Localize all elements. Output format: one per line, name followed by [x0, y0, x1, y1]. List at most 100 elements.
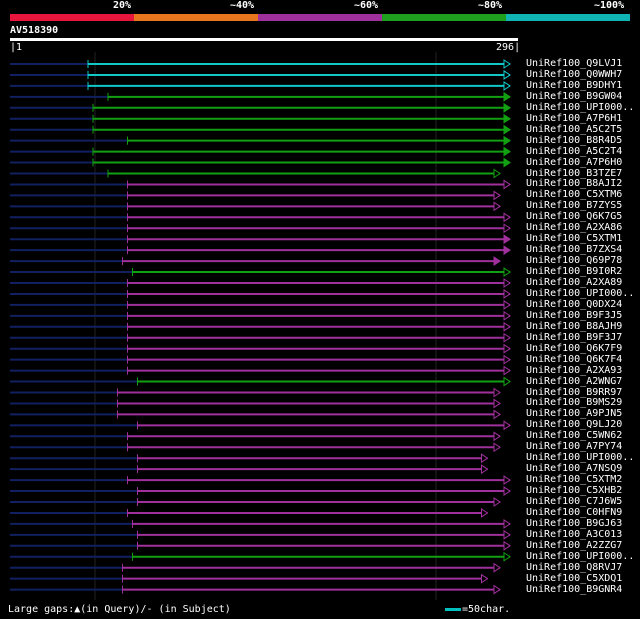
- hit-label[interactable]: UniRef100_B9RR97: [526, 387, 640, 398]
- hit-label[interactable]: UniRef100_UPI000..: [526, 551, 640, 562]
- hit-label[interactable]: UniRef100_C5WN62: [526, 430, 640, 441]
- hit-label[interactable]: UniRef100_A9PJN5: [526, 408, 640, 419]
- hit-end-arrow-icon: [503, 299, 511, 310]
- hit-label[interactable]: UniRef100_B8R4D5: [526, 135, 640, 146]
- hit-end-arrow-icon: [503, 310, 511, 321]
- hit-end-arrow-icon: [503, 475, 511, 486]
- hit-end-arrow-icon: [503, 376, 511, 387]
- hit-label[interactable]: UniRef100_Q69P78: [526, 255, 640, 266]
- hit-label[interactable]: UniRef100_A2XA93: [526, 365, 640, 376]
- hit-label[interactable]: UniRef100_B9F3J7: [526, 332, 640, 343]
- hit-label[interactable]: UniRef100_UPI000..: [526, 288, 640, 299]
- hit-end-arrow-icon: [481, 508, 489, 518]
- hit-end-arrow-icon: [503, 332, 511, 343]
- hit-end-arrow-icon: [503, 113, 511, 124]
- hit-label[interactable]: UniRef100_B9DHY1: [526, 80, 640, 91]
- hit-end-arrow-icon: [493, 398, 501, 409]
- hit-end-arrow-icon: [493, 201, 501, 212]
- hit-label[interactable]: UniRef100_C0HFN9: [526, 507, 640, 518]
- hit-end-arrow-icon: [503, 124, 511, 135]
- hit-end-arrow-icon: [481, 464, 489, 475]
- hit-label[interactable]: UniRef100_Q8RVJ7: [526, 562, 640, 573]
- hit-label[interactable]: UniRef100_Q6K7G5: [526, 211, 640, 222]
- hit-label[interactable]: UniRef100_A7PY74: [526, 441, 640, 452]
- hit-label[interactable]: UniRef100_C5XTM2: [526, 474, 640, 485]
- hit-label[interactable]: UniRef100_B8AJI2: [526, 178, 640, 189]
- hit-label[interactable]: UniRef100_B9GJ63: [526, 518, 640, 529]
- hit-end-arrow-icon: [493, 190, 501, 201]
- hit-end-arrow-icon: [493, 409, 501, 420]
- hit-label[interactable]: UniRef100_UPI000..: [526, 452, 640, 463]
- hit-end-arrow-icon: [503, 343, 511, 354]
- hit-label[interactable]: UniRef100_C5XDQ1: [526, 573, 640, 584]
- hit-end-arrow-icon: [503, 289, 511, 299]
- hit-end-arrow-icon: [503, 179, 511, 190]
- hit-label[interactable]: UniRef100_B9GW04: [526, 91, 640, 102]
- hit-label[interactable]: UniRef100_B7ZYS5: [526, 200, 640, 211]
- hit-label[interactable]: UniRef100_A3C013: [526, 529, 640, 540]
- hit-label[interactable]: UniRef100_UPI000..: [526, 102, 640, 113]
- hit-label[interactable]: UniRef100_C5XTM6: [526, 189, 640, 200]
- hit-label[interactable]: UniRef100_A7P6H0: [526, 157, 640, 168]
- query-gap-label: (in Query): [80, 604, 141, 615]
- hit-end-arrow-icon: [493, 562, 501, 573]
- hit-label[interactable]: UniRef100_B3TZE7: [526, 168, 640, 179]
- hit-end-arrow-icon: [503, 135, 511, 146]
- hit-end-arrow-icon: [503, 245, 511, 256]
- hit-end-arrow-icon: [503, 278, 511, 288]
- footer-legend: Large gaps:▲(in Query)/- (in Subject): [8, 604, 231, 615]
- hit-end-arrow-icon: [503, 529, 511, 540]
- hit-label[interactable]: UniRef100_A5C2T4: [526, 146, 640, 157]
- hit-end-arrow-icon: [503, 365, 511, 376]
- scale-label: =50char.: [462, 604, 511, 615]
- hit-end-arrow-icon: [503, 540, 511, 551]
- hit-end-arrow-icon: [481, 453, 489, 464]
- hit-end-arrow-icon: [503, 146, 511, 157]
- hit-end-arrow-icon: [503, 551, 511, 562]
- hit-label[interactable]: UniRef100_A7P6H1: [526, 113, 640, 124]
- hit-end-arrow-icon: [503, 321, 511, 332]
- hit-label[interactable]: UniRef100_C5XHB2: [526, 485, 640, 496]
- hit-label[interactable]: UniRef100_B9I0R2: [526, 266, 640, 277]
- hit-label[interactable]: UniRef100_Q6K7F4: [526, 354, 640, 365]
- hit-label[interactable]: UniRef100_Q0WWH7: [526, 69, 640, 80]
- hit-label[interactable]: UniRef100_A2XA89: [526, 277, 640, 288]
- hit-end-arrow-icon: [481, 573, 489, 584]
- hit-label[interactable]: UniRef100_Q9LJ20: [526, 419, 640, 430]
- hit-label[interactable]: UniRef100_A2WNG7: [526, 376, 640, 387]
- hit-label[interactable]: UniRef100_B9F3J5: [526, 310, 640, 321]
- hit-end-arrow-icon: [503, 70, 511, 80]
- hit-end-arrow-icon: [503, 354, 511, 365]
- hit-end-arrow-icon: [503, 80, 511, 91]
- hit-end-arrow-icon: [503, 234, 511, 245]
- hit-label[interactable]: UniRef100_B8AJH9: [526, 321, 640, 332]
- hit-label[interactable]: UniRef100_A2ZZG7: [526, 540, 640, 551]
- hit-label[interactable]: UniRef100_Q9LVJ1: [526, 58, 640, 69]
- hit-end-arrow-icon: [503, 91, 511, 102]
- hit-end-arrow-icon: [493, 168, 501, 179]
- hit-label[interactable]: UniRef100_B7ZXS4: [526, 244, 640, 255]
- hit-label[interactable]: UniRef100_B9GNR4: [526, 584, 640, 595]
- hit-end-arrow-icon: [503, 518, 511, 529]
- hit-end-arrow-icon: [493, 442, 501, 453]
- hit-end-arrow-icon: [503, 102, 511, 113]
- hit-end-arrow-icon: [503, 212, 511, 223]
- hit-end-arrow-icon: [503, 157, 511, 168]
- hit-label[interactable]: UniRef100_A7NSQ9: [526, 463, 640, 474]
- hit-label[interactable]: UniRef100_C7J6W5: [526, 496, 640, 507]
- hit-label[interactable]: UniRef100_B9MS29: [526, 397, 640, 408]
- hit-end-arrow-icon: [503, 59, 511, 69]
- hit-label[interactable]: UniRef100_Q6K7F9: [526, 343, 640, 354]
- hit-label[interactable]: UniRef100_A2XA86: [526, 222, 640, 233]
- gaps-label: Large gaps:: [8, 604, 75, 615]
- hit-end-arrow-icon: [493, 497, 501, 507]
- hit-end-arrow-icon: [503, 223, 511, 234]
- hit-label[interactable]: UniRef100_C5XTM1: [526, 233, 640, 244]
- hit-end-arrow-icon: [503, 267, 511, 277]
- hit-end-arrow-icon: [503, 486, 511, 496]
- hit-end-arrow-icon: [493, 431, 501, 442]
- hit-label[interactable]: UniRef100_Q0DX24: [526, 299, 640, 310]
- hit-label[interactable]: UniRef100_A5C2T5: [526, 124, 640, 135]
- hit-end-arrow-icon: [493, 584, 501, 595]
- hit-end-arrow-icon: [503, 420, 511, 431]
